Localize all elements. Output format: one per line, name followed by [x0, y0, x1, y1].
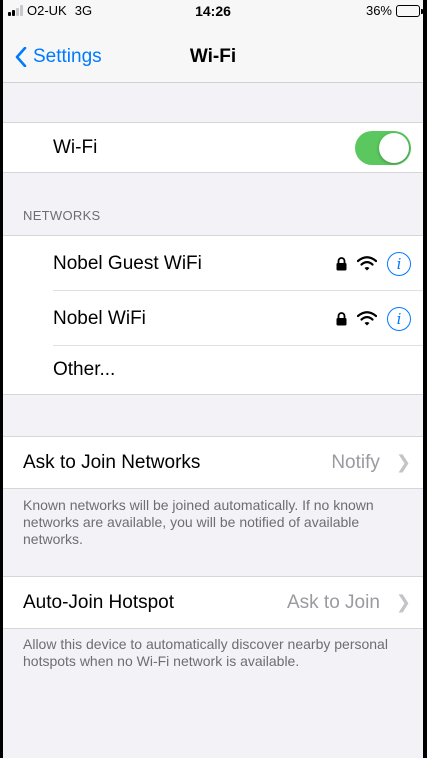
status-bar: O2-UK 3G 14:26 36%	[3, 0, 423, 22]
wifi-toggle-switch[interactable]	[355, 130, 411, 165]
info-icon[interactable]: i	[387, 251, 411, 276]
network-name: Nobel Guest WiFi	[53, 252, 202, 274]
chevron-right-icon: ❯	[395, 592, 411, 612]
ask-to-join-footer: Known networks will be joined automatica…	[23, 497, 374, 547]
wifi-icon	[357, 256, 377, 271]
battery-percent: 36%	[365, 3, 392, 18]
auto-join-hotspot-footer: Allow this device to automatically disco…	[23, 636, 388, 669]
ask-to-join-value: Notify	[331, 451, 380, 473]
wifi-toggle-label: Wi-Fi	[53, 136, 98, 158]
network-row-nobel-wifi[interactable]: Nobel WiFi i	[3, 291, 423, 346]
navigation-bar: Settings Wi-Fi	[3, 22, 423, 83]
lock-icon	[336, 256, 347, 270]
auto-join-hotspot-label: Auto-Join Hotspot	[23, 591, 175, 613]
auto-join-hotspot-value: Ask to Join	[286, 591, 380, 613]
screen: O2-UK 3G 14:26 36% Settings Wi-Fi Wi-Fi …	[3, 0, 423, 758]
status-bar-right: 36%	[365, 3, 423, 18]
status-time: 14:26	[195, 3, 231, 19]
lock-icon	[336, 311, 347, 325]
networks-group: Nobel Guest WiFi i Nobel WiFi i Other...	[3, 235, 423, 395]
other-network-label: Other...	[53, 359, 116, 380]
network-row-nobel-guest-wifi[interactable]: Nobel Guest WiFi i	[3, 236, 423, 291]
ask-to-join-row[interactable]: Ask to Join Networks Notify ❯	[3, 437, 423, 488]
info-icon[interactable]: i	[387, 306, 411, 331]
wifi-toggle-group: Wi-Fi	[3, 122, 423, 173]
auto-join-hotspot-row[interactable]: Auto-Join Hotspot Ask to Join ❯	[3, 577, 423, 628]
page-title: Wi-Fi	[189, 46, 237, 67]
battery-icon	[396, 4, 423, 17]
wifi-icon	[357, 311, 377, 326]
ask-to-join-group: Ask to Join Networks Notify ❯	[3, 436, 423, 489]
auto-join-hotspot-group: Auto-Join Hotspot Ask to Join ❯	[3, 576, 423, 629]
network-name: Nobel WiFi	[53, 307, 146, 329]
networks-section-header: NETWORKS	[23, 208, 101, 223]
network-row-other[interactable]: Other...	[3, 346, 423, 394]
wifi-toggle-row: Wi-Fi	[3, 123, 423, 172]
chevron-right-icon: ❯	[395, 452, 411, 472]
ask-to-join-label: Ask to Join Networks	[23, 451, 201, 473]
